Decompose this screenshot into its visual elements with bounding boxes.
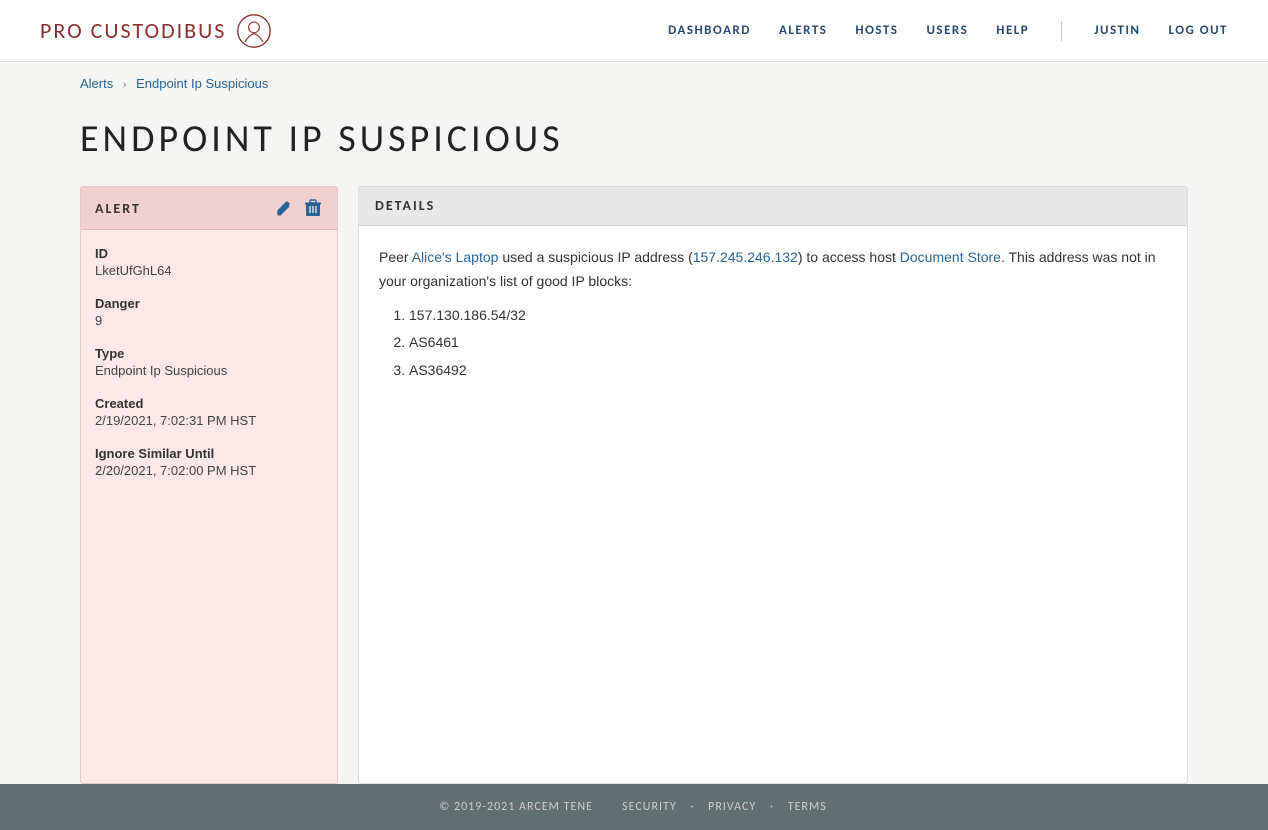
- breadcrumb-parent[interactable]: Alerts: [80, 76, 113, 91]
- alert-card-body: ID LketUfGhL64 Danger 9 Type Endpoint Ip…: [81, 230, 337, 512]
- nav-alerts[interactable]: ALERTS: [779, 23, 827, 38]
- field-created-value: 2/19/2021, 7:02:31 PM HST: [95, 413, 323, 428]
- site-footer: © 2019-2021 ARCEM TENE SECURITY · PRIVAC…: [0, 784, 1268, 830]
- details-card-title: DETAILS: [375, 197, 435, 214]
- field-created: Created 2/19/2021, 7:02:31 PM HST: [95, 396, 323, 428]
- host-link[interactable]: Document Store: [900, 249, 1001, 265]
- alert-card-actions: [273, 197, 323, 219]
- field-ignore: Ignore Similar Until 2/20/2021, 7:02:00 …: [95, 446, 323, 478]
- field-type-value: Endpoint Ip Suspicious: [95, 363, 323, 378]
- brand-name: PRO CUSTODIBUS: [40, 17, 226, 44]
- main-nav: DASHBOARD ALERTS HOSTS USERS HELP JUSTIN…: [668, 21, 1228, 41]
- field-danger-label: Danger: [95, 296, 323, 311]
- list-item: AS36492: [409, 359, 1167, 383]
- footer-terms[interactable]: TERMS: [788, 800, 827, 814]
- trash-icon: [305, 199, 321, 217]
- footer-dot-2: ·: [770, 800, 774, 814]
- footer-dot-1: ·: [690, 800, 694, 814]
- alert-card-title: ALERT: [95, 200, 141, 217]
- desc-middle: used a suspicious IP address (: [498, 249, 692, 265]
- field-type-label: Type: [95, 346, 323, 361]
- list-item: 157.130.186.54/32: [409, 304, 1167, 328]
- details-description: Peer Alice's Laptop used a suspicious IP…: [379, 246, 1167, 294]
- field-type: Type Endpoint Ip Suspicious: [95, 346, 323, 378]
- page-title: ENDPOINT IP SUSPICIOUS: [0, 106, 1268, 186]
- brand-icon: [236, 13, 272, 49]
- footer-copyright: © 2019-2021 ARCEM TENE: [439, 800, 593, 814]
- field-ignore-label: Ignore Similar Until: [95, 446, 323, 461]
- list-item: AS6461: [409, 331, 1167, 355]
- nav-help[interactable]: HELP: [996, 23, 1029, 38]
- ip-link[interactable]: 157.245.246.132: [693, 249, 798, 265]
- field-danger: Danger 9: [95, 296, 323, 328]
- site-header: PRO CUSTODIBUS DASHBOARD ALERTS HOSTS US…: [0, 0, 1268, 62]
- alert-card: ALERT: [80, 186, 338, 784]
- logo-area: PRO CUSTODIBUS: [40, 13, 272, 49]
- details-card-body: Peer Alice's Laptop used a suspicious IP…: [359, 226, 1187, 407]
- peer-link[interactable]: Alice's Laptop: [412, 249, 499, 265]
- footer-security[interactable]: SECURITY: [622, 800, 677, 814]
- details-card-header: DETAILS: [359, 187, 1187, 226]
- nav-users[interactable]: USERS: [926, 23, 968, 38]
- details-card: DETAILS Peer Alice's Laptop used a suspi…: [358, 186, 1188, 784]
- field-ignore-value: 2/20/2021, 7:02:00 PM HST: [95, 463, 323, 478]
- alert-card-header: ALERT: [81, 187, 337, 230]
- breadcrumb: Alerts › Endpoint Ip Suspicious: [0, 62, 1268, 106]
- breadcrumb-separator: ›: [122, 76, 126, 91]
- nav-logout[interactable]: LOG OUT: [1169, 23, 1229, 38]
- ip-blocks-list: 157.130.186.54/32 AS6461 AS36492: [409, 304, 1167, 383]
- field-id-value: LketUfGhL64: [95, 263, 323, 278]
- desc-after-ip: ) to access host: [798, 249, 900, 265]
- main-content: ALERT: [0, 186, 1268, 784]
- nav-divider: [1061, 21, 1062, 41]
- nav-hosts[interactable]: HOSTS: [855, 23, 898, 38]
- desc-prefix: Peer: [379, 249, 412, 265]
- footer-privacy[interactable]: PRIVACY: [708, 800, 756, 814]
- edit-icon: [275, 200, 291, 216]
- field-id: ID LketUfGhL64: [95, 246, 323, 278]
- breadcrumb-current: Endpoint Ip Suspicious: [136, 76, 268, 91]
- delete-button[interactable]: [303, 197, 323, 219]
- field-created-label: Created: [95, 396, 323, 411]
- footer-separator-1: [605, 800, 609, 814]
- edit-button[interactable]: [273, 198, 293, 218]
- field-danger-value: 9: [95, 313, 323, 328]
- field-id-label: ID: [95, 246, 323, 261]
- nav-user[interactable]: JUSTIN: [1094, 23, 1140, 38]
- nav-dashboard[interactable]: DASHBOARD: [668, 23, 751, 38]
